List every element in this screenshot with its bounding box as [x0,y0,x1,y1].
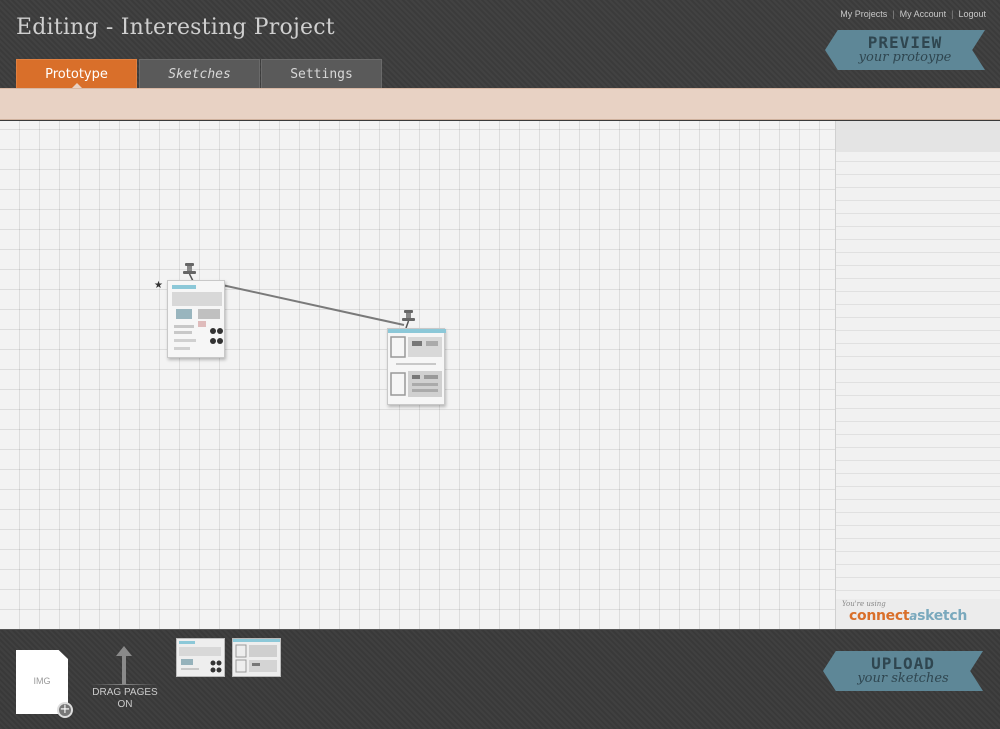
tab-settings-label: Settings [290,67,353,82]
drag-divider [90,684,158,685]
account-links: My Projects | My Account | Logout [840,9,986,19]
brand-part-connect: connect [849,608,910,624]
footer-tray: IMG + DRAG PAGES ON UPLOAD your sketches [0,629,1000,729]
link-separator: | [951,9,954,19]
page-2-preview [388,329,446,397]
tray-page-thumb-1[interactable] [176,638,225,677]
brand-part-a: a [909,609,918,623]
tab-sketches-label: Sketches [168,67,231,82]
tab-settings[interactable]: Settings [261,59,382,88]
pushpin-icon [183,263,196,281]
sidebar-panel: You're using connectasketch [835,121,1000,629]
upload-button[interactable]: UPLOAD your sketches [823,651,983,691]
brand-part-sketch: sketch [917,608,967,624]
page-title: Editing - Interesting Project [16,15,335,40]
sidebar-header [836,121,1000,152]
tab-prototype[interactable]: Prototype [16,59,137,89]
toolbar-strip [0,88,1000,120]
brand-badge: You're using connectasketch [836,599,1000,629]
logout-link[interactable]: Logout [958,9,986,19]
up-arrow-icon [116,646,132,684]
tray-thumb-2-preview [233,639,280,673]
prototype-page-1[interactable] [167,280,225,358]
drag-hint-line2: ON [117,699,133,710]
my-account-link[interactable]: My Account [900,9,947,19]
drag-hint: DRAG PAGES ON [80,687,170,711]
preview-button[interactable]: PREVIEW your protoype [825,30,985,70]
preview-sublabel: your protoype [858,50,952,65]
drag-hint-line1: DRAG PAGES [92,687,158,698]
brand-tagline: You're using [842,600,886,608]
tray-page-thumb-2[interactable] [232,638,281,677]
pushpin-icon [402,310,415,328]
img-card-label: IMG [33,676,51,686]
tab-prototype-label: Prototype [45,67,108,82]
brand-logo: connectasketch [849,608,967,624]
upload-sublabel: your sketches [857,671,949,686]
prototype-canvas[interactable]: ★ [0,121,835,629]
page-1-preview [172,285,223,350]
tab-sketches[interactable]: Sketches [139,59,260,88]
header-bar: Editing - Interesting Project My Project… [0,0,1000,89]
plus-icon[interactable]: + [57,702,73,718]
my-projects-link[interactable]: My Projects [840,9,887,19]
tray-thumb-1-preview [179,641,222,673]
link-separator: | [892,9,895,19]
star-icon: ★ [154,280,163,291]
prototype-page-2[interactable] [387,328,446,405]
